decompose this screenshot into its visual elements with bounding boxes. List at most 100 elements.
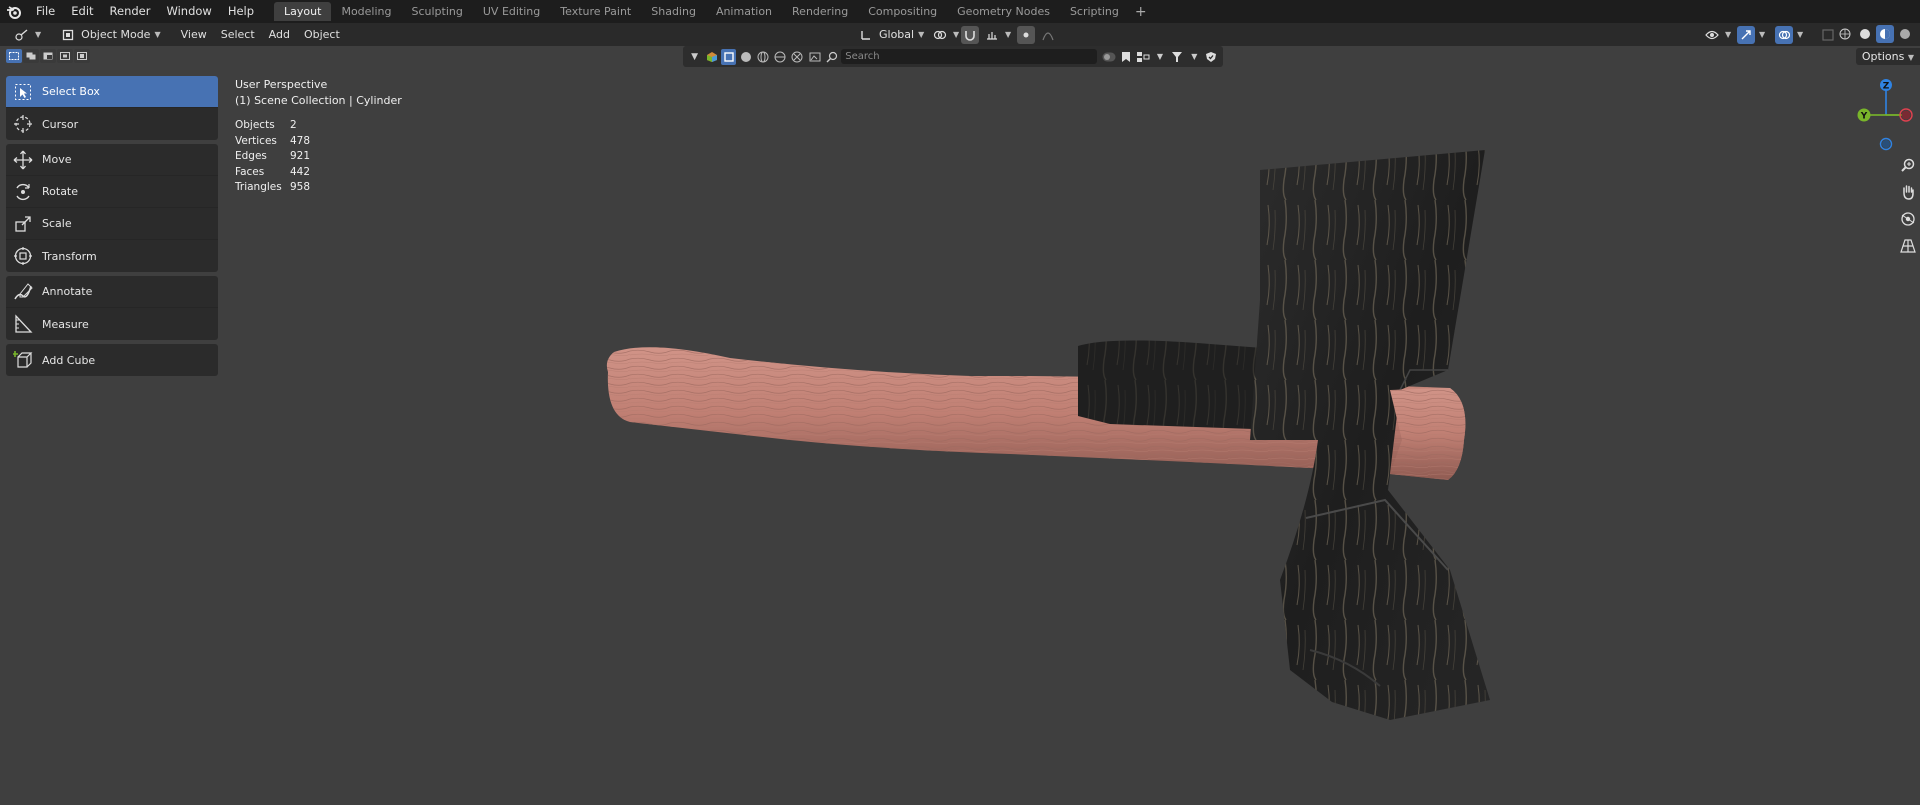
select-subtract-icon[interactable] <box>40 49 56 63</box>
wire-sphere-icon[interactable] <box>756 49 771 65</box>
tool-label: Cursor <box>42 117 79 131</box>
tool-cursor[interactable]: Cursor <box>6 108 218 140</box>
tab-rendering[interactable]: Rendering <box>782 2 858 21</box>
select-intersect-icon[interactable] <box>74 49 90 63</box>
move-icon <box>12 149 34 171</box>
stat-label: Vertices <box>235 134 277 147</box>
measure-icon <box>12 313 34 335</box>
select-new-icon[interactable] <box>6 49 22 63</box>
pan-hand-icon[interactable] <box>1897 181 1919 203</box>
stat-label: Triangles <box>235 181 282 193</box>
camera-view-icon[interactable] <box>1897 208 1919 230</box>
stat-value: 958 <box>290 181 311 193</box>
proportional-edit-toggle[interactable] <box>1010 25 1064 44</box>
layer-colors-icon[interactable] <box>704 49 719 65</box>
search-input[interactable]: Search <box>841 49 1097 64</box>
sphere-icon[interactable] <box>738 49 753 65</box>
toggle-switch-icon[interactable] <box>1101 49 1116 65</box>
selection-mode-buttons <box>6 49 90 63</box>
tab-uv-editing[interactable]: UV Editing <box>473 2 550 21</box>
menu-view[interactable]: View <box>174 25 214 44</box>
chevron-down-icon[interactable]: ▼ <box>1152 49 1167 65</box>
orientation-icon <box>857 26 875 44</box>
stat-row: Objects 2 <box>235 118 310 134</box>
chevron-down-icon: ▼ <box>154 30 161 39</box>
tab-scripting[interactable]: Scripting <box>1060 2 1129 21</box>
rendered-shading-icon[interactable] <box>1896 25 1914 43</box>
menu-select[interactable]: Select <box>214 25 262 44</box>
pivot-icon <box>931 26 949 44</box>
tab-compositing[interactable]: Compositing <box>858 2 947 21</box>
tool-label: Rotate <box>42 185 79 198</box>
zoom-icon[interactable] <box>1897 154 1919 176</box>
tool-scale[interactable]: Scale <box>6 208 218 240</box>
viewport-overlay-header: ▼ Search ▼ ▼ <box>683 46 1223 67</box>
tool-transform[interactable]: Transform <box>6 240 218 272</box>
transform-tool-group: Move Rotate Scale Transform <box>6 144 218 272</box>
tab-shading[interactable]: Shading <box>641 2 706 21</box>
chevron-down-icon[interactable]: ▼ <box>687 49 702 65</box>
stat-row: Faces 442 <box>235 165 310 181</box>
filter-icon[interactable] <box>1170 49 1185 65</box>
menu-add[interactable]: Add <box>262 25 297 44</box>
tab-texture-paint[interactable]: Texture Paint <box>550 2 641 21</box>
overlays-toggle[interactable]: ▼ <box>1768 25 1810 44</box>
transform-orientation-select[interactable]: Global ▼ <box>850 25 931 44</box>
options-button[interactable]: Options ▼ <box>1855 48 1920 65</box>
tab-modeling[interactable]: Modeling <box>331 2 401 21</box>
tool-label: Scale <box>42 217 72 230</box>
menu-window[interactable]: Window <box>158 0 219 23</box>
bookmark-icon[interactable] <box>1118 49 1133 65</box>
gizmo-toggle[interactable]: ▼ <box>1730 25 1772 44</box>
menu-edit[interactable]: Edit <box>63 0 101 23</box>
editor-type-button[interactable]: ▼ <box>6 25 48 44</box>
image-icon[interactable] <box>807 49 822 65</box>
mode-select[interactable]: Object Mode ▼ <box>52 25 167 44</box>
tool-measure[interactable]: Measure <box>6 308 218 340</box>
editor-type-icon <box>13 26 31 44</box>
tool-label: Select Box <box>42 85 100 98</box>
tool-label: Transform <box>42 249 97 263</box>
stat-value: 478 <box>290 134 311 147</box>
texture-sphere-icon[interactable] <box>790 49 805 65</box>
xray-icon <box>1819 26 1837 44</box>
display-mode-icon[interactable] <box>1135 49 1150 65</box>
shield-icon[interactable] <box>1204 49 1219 65</box>
chevron-down-icon[interactable]: ▼ <box>1187 49 1202 65</box>
axe-model[interactable] <box>590 140 1570 733</box>
menu-help[interactable]: Help <box>220 0 262 23</box>
tab-layout[interactable]: Layout <box>274 2 332 21</box>
search-placeholder: Search <box>845 51 880 62</box>
select-mode-icon[interactable] <box>721 48 737 65</box>
tool-move[interactable]: Move <box>6 144 218 176</box>
perspective-grid-icon[interactable] <box>1897 235 1919 257</box>
tab-geometry-nodes[interactable]: Geometry Nodes <box>947 2 1060 21</box>
material-shading-icon[interactable] <box>1876 25 1894 43</box>
blender-logo-icon[interactable] <box>0 0 28 23</box>
collection-label: (1) Scene Collection | Cylinder <box>235 94 402 107</box>
snap-toggle[interactable]: ▼ <box>954 25 1018 44</box>
add-workspace-button[interactable]: + <box>1129 4 1153 20</box>
add-tool-group: Add Cube <box>6 344 218 376</box>
menu-render[interactable]: Render <box>102 0 159 23</box>
stat-label: Objects <box>235 119 275 131</box>
menu-object[interactable]: Object <box>297 25 347 44</box>
lattice-sphere-icon[interactable] <box>773 49 788 65</box>
tool-select-box[interactable]: Select Box <box>6 76 218 108</box>
tool-annotate[interactable]: Annotate <box>6 276 218 308</box>
tool-add-cube[interactable]: Add Cube <box>6 344 218 376</box>
wireframe-shading-icon[interactable] <box>1836 25 1854 43</box>
gizmo-icon <box>1737 25 1755 44</box>
select-extend-icon[interactable] <box>23 49 39 63</box>
solid-shading-icon[interactable] <box>1856 25 1874 43</box>
magnet-icon <box>961 25 979 44</box>
chevron-down-icon: ▼ <box>1759 30 1766 39</box>
tool-rotate[interactable]: Rotate <box>6 176 218 208</box>
tab-animation[interactable]: Animation <box>706 2 782 21</box>
select-invert-icon[interactable] <box>57 49 73 63</box>
navigation-gizmo[interactable]: Z Y <box>1852 78 1920 158</box>
select-box-icon <box>12 81 34 103</box>
tab-sculpting[interactable]: Sculpting <box>402 2 473 21</box>
menu-file[interactable]: File <box>28 0 63 23</box>
chevron-down-icon: ▼ <box>1797 30 1804 39</box>
